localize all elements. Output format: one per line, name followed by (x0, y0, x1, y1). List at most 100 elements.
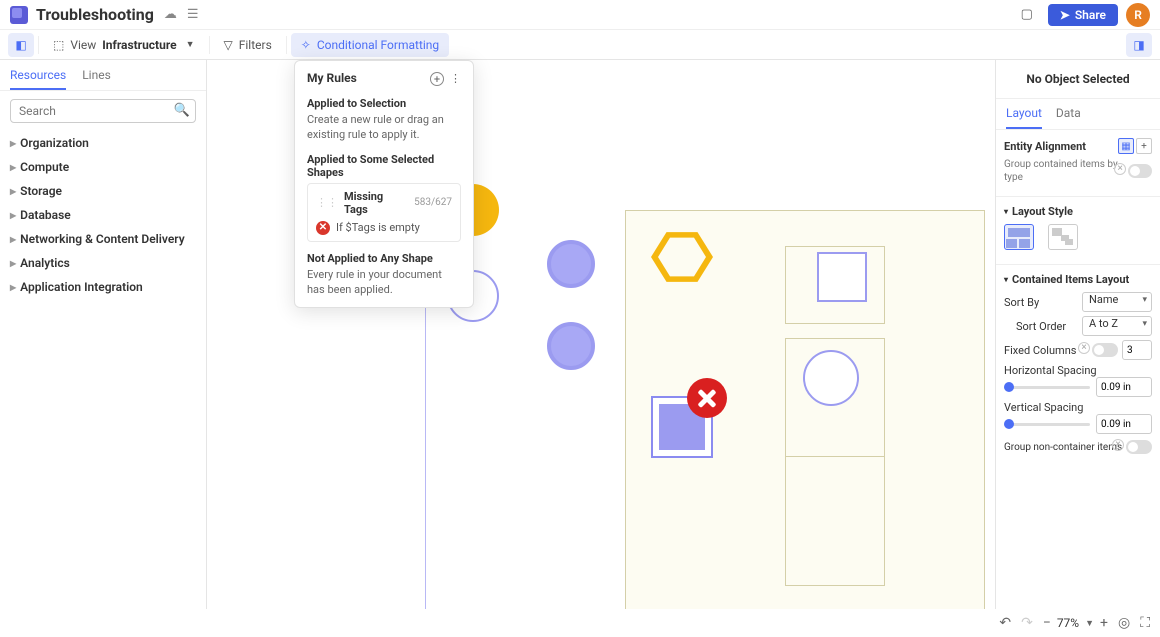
tree-item[interactable]: ▶ Compute (6, 155, 200, 179)
tree-item[interactable]: ▶ Application Integration (6, 275, 200, 299)
filters-label: Filters (239, 38, 272, 52)
conditional-formatting-button[interactable]: ✧ Conditional Formatting (291, 33, 449, 57)
view-dropdown[interactable]: ⬚ View Infrastructure ▼ (43, 33, 205, 57)
share-label: Share (1075, 8, 1106, 22)
vspace-input[interactable] (1096, 414, 1152, 434)
vspace-slider[interactable] (1004, 423, 1090, 426)
tree-item[interactable]: ▶ Storage (6, 179, 200, 203)
hspace-input[interactable] (1096, 377, 1152, 397)
tree-item[interactable]: ▶ Database (6, 203, 200, 227)
tab-data[interactable]: Data (1056, 99, 1081, 129)
tree-item[interactable]: ▶ Organization (6, 131, 200, 155)
tab-resources[interactable]: Resources (10, 68, 66, 90)
share-button[interactable]: ➤ Share (1048, 4, 1118, 26)
doc-title: Troubleshooting (36, 5, 154, 24)
filter-icon: ▽ (224, 38, 233, 52)
view-label: View (70, 38, 96, 52)
rule-name: Missing Tags (344, 190, 408, 216)
tree-label: Organization (20, 136, 89, 150)
tab-layout[interactable]: Layout (1006, 99, 1042, 129)
tree-label: Analytics (20, 256, 70, 270)
toggle-right-panel-icon[interactable]: ◨ (1126, 33, 1152, 57)
tree-label: Compute (20, 160, 69, 174)
fixedcols-input[interactable] (1122, 340, 1152, 360)
not-applied-head: Not Applied to Any Shape (307, 252, 461, 265)
error-badge-icon (687, 378, 727, 418)
rules-menu-icon[interactable]: ⋮ (450, 72, 461, 86)
chevron-down-icon: ▼ (186, 39, 195, 50)
rule-count: 583/627 (414, 197, 452, 208)
left-panel: Resources Lines 🔍 ▶Organization▶Compute▶… (0, 60, 207, 609)
fixedcols-label: Fixed Columns (1004, 344, 1076, 357)
applied-some-head: Applied to Some Selected Shapes (307, 153, 461, 179)
avatar[interactable]: R (1126, 3, 1150, 27)
layout-style-head[interactable]: Layout Style (1012, 205, 1073, 218)
sortby-select[interactable]: Name (1082, 292, 1152, 312)
layout-grid-option[interactable] (1004, 224, 1034, 250)
entity-alignment-label: Entity Alignment (1004, 140, 1086, 153)
search-icon[interactable]: 🔍 (174, 103, 190, 118)
tree-label: Application Integration (20, 280, 143, 294)
align-add-button[interactable]: + (1136, 138, 1152, 154)
zoom-in-icon[interactable]: + (1100, 615, 1108, 631)
chevron-right-icon: ▶ (10, 235, 16, 244)
cond-format-label: Conditional Formatting (317, 38, 439, 52)
rules-title: My Rules (307, 71, 357, 85)
layout-free-option[interactable] (1048, 224, 1078, 250)
rule-card[interactable]: ⋮⋮ Missing Tags 583/627 ✕ If $Tags is em… (307, 183, 461, 242)
filters-button[interactable]: ▽ Filters (214, 33, 282, 57)
redo-icon[interactable]: ↷ (1021, 615, 1033, 631)
cube-icon: ⬚ (53, 38, 64, 52)
applied-selection-body: Create a new rule or drag an existing ru… (307, 113, 461, 143)
contained-head[interactable]: Contained Items Layout (1012, 273, 1129, 286)
fixedcols-toggle[interactable]: × (1092, 343, 1118, 357)
conditional-formatting-panel: My Rules + ⋮ Applied to Selection Create… (294, 60, 474, 308)
wand-icon: ✧ (301, 38, 311, 52)
selection-title: No Object Selected (996, 60, 1160, 98)
menu-icon[interactable]: ☰ (187, 7, 199, 22)
zoom-dropdown-icon[interactable]: ▼ (1085, 618, 1094, 629)
rule-condition: If $Tags is empty (336, 221, 420, 234)
view-value: Infrastructure (102, 38, 176, 52)
not-applied-body: Every rule in your document has been app… (307, 268, 461, 298)
status-bar: ↶ ↷ − 77% ▼ + ◎ ⛶ (989, 609, 1160, 637)
error-icon: ✕ (316, 221, 330, 235)
sortby-label: Sort By (1004, 296, 1039, 309)
hspace-slider[interactable] (1004, 386, 1090, 389)
undo-icon[interactable]: ↶ (999, 615, 1011, 631)
vspace-label: Vertical Spacing (1004, 401, 1083, 414)
sortorder-select[interactable]: A to Z (1082, 316, 1152, 336)
tree-label: Storage (20, 184, 62, 198)
zoom-value[interactable]: 77% (1057, 616, 1079, 630)
right-panel: No Object Selected Layout Data Entity Al… (995, 60, 1160, 609)
applied-selection-head: Applied to Selection (307, 97, 461, 110)
target-icon[interactable]: ◎ (1118, 615, 1130, 631)
tree-item[interactable]: ▶ Networking & Content Delivery (6, 227, 200, 251)
tab-lines[interactable]: Lines (82, 68, 111, 90)
chevron-right-icon: ▶ (10, 283, 16, 292)
entity-alignment-desc: Group contained items by type (1004, 158, 1128, 184)
share-icon: ➤ (1060, 8, 1070, 22)
app-logo[interactable] (10, 6, 28, 24)
chevron-right-icon: ▶ (10, 259, 16, 268)
present-icon[interactable]: ▢ (1014, 2, 1040, 28)
zoom-out-icon[interactable]: − (1043, 615, 1051, 631)
hspace-label: Horizontal Spacing (1004, 364, 1097, 377)
chevron-right-icon: ▶ (10, 211, 16, 220)
tree-item[interactable]: ▶ Analytics (6, 251, 200, 275)
groupnon-toggle[interactable]: × (1126, 440, 1152, 454)
tree-label: Database (20, 208, 71, 222)
tree-label: Networking & Content Delivery (20, 232, 185, 246)
cloud-sync-icon[interactable]: ☁ (164, 7, 177, 22)
align-grid-button[interactable]: ▦ (1118, 138, 1134, 154)
add-rule-icon[interactable]: + (430, 72, 444, 86)
chevron-right-icon: ▶ (10, 139, 16, 148)
sortorder-label: Sort Order (1016, 320, 1066, 333)
toggle-left-panel-icon[interactable]: ◧ (8, 33, 34, 57)
chevron-right-icon: ▶ (10, 163, 16, 172)
fullscreen-icon[interactable]: ⛶ (1140, 615, 1150, 631)
entity-group-toggle[interactable]: × (1128, 164, 1152, 178)
search-input[interactable] (10, 99, 196, 123)
groupnon-label: Group non-container items (1004, 442, 1122, 453)
chevron-right-icon: ▶ (10, 187, 16, 196)
